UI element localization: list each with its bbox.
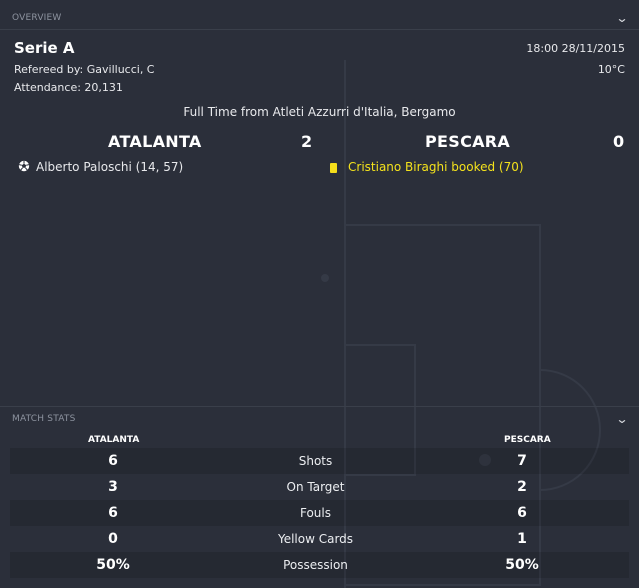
stats-home-header: ATALANTA: [88, 435, 140, 445]
stat-row-fouls: 6 Fouls 6: [10, 500, 629, 526]
stat-away-value: 1: [517, 531, 527, 547]
result-line: Full Time from Atleti Azzurri d'Italia, …: [183, 105, 456, 119]
home-goal-text: Alberto Paloschi (14, 57): [36, 160, 184, 174]
stat-away-value: 7: [517, 453, 527, 469]
stat-away-value: 50%: [505, 557, 539, 573]
stat-label: Possession: [283, 558, 348, 572]
football-icon: [18, 160, 30, 172]
match-stats-header[interactable]: MATCH STATS ⌄: [0, 406, 639, 430]
match-stats-section-title: MATCH STATS: [12, 413, 76, 424]
stat-home-value: 6: [108, 505, 118, 521]
stat-row-on-target: 3 On Target 2: [10, 474, 629, 500]
stat-home-value: 3: [108, 479, 118, 495]
stat-away-value: 2: [517, 479, 527, 495]
attendance-text: Attendance: 20,131: [14, 81, 123, 94]
home-team-name[interactable]: ATALANTA: [108, 132, 202, 151]
stat-row-possession: 50% Possession 50%: [10, 552, 629, 578]
home-goal-event[interactable]: Alberto Paloschi (14, 57): [18, 160, 183, 174]
competition-title: Serie A: [14, 39, 75, 57]
stat-home-value: 0: [108, 531, 118, 547]
stat-away-value: 6: [517, 505, 527, 521]
temperature-text: 10°C: [597, 63, 625, 76]
away-team-name[interactable]: PESCARA: [425, 132, 510, 151]
stat-label: Fouls: [299, 506, 331, 520]
stats-away-header: PESCARA: [504, 435, 551, 445]
overview-section-title: OVERVIEW: [12, 12, 62, 23]
stat-home-value: 50%: [96, 557, 130, 573]
stat-row-yellow-cards: 0 Yellow Cards 1: [10, 526, 629, 552]
stat-label: Shots: [298, 454, 333, 468]
yellow-card-icon: [330, 162, 337, 173]
stat-label: Yellow Cards: [277, 532, 354, 546]
away-booking-text: Cristiano Biraghi booked (70): [348, 160, 524, 174]
kickoff-datetime: 18:00 28/11/2015: [526, 42, 625, 55]
stat-row-shots: 6 Shots 7: [10, 448, 629, 474]
away-score: 0: [613, 132, 625, 151]
chevron-down-icon[interactable]: ⌄: [615, 412, 628, 426]
overview-header[interactable]: OVERVIEW ⌄: [0, 6, 639, 30]
stat-home-value: 6: [108, 453, 118, 469]
stat-label: On Target: [286, 480, 345, 494]
referee-text: Refereed by: Gavillucci, C: [14, 63, 155, 76]
away-booking-event[interactable]: Cristiano Biraghi booked (70): [330, 160, 524, 174]
match-stats-table: 6 Shots 7 3 On Target 2 6 Fouls 6 0 Yell…: [10, 448, 629, 578]
chevron-down-icon[interactable]: ⌄: [615, 11, 628, 25]
home-score: 2: [301, 132, 313, 151]
